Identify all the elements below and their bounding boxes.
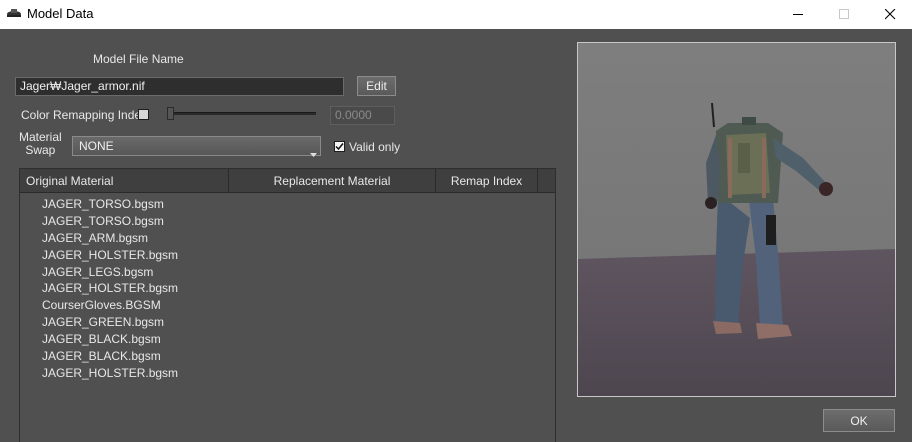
valid-only-checkbox[interactable]: [334, 141, 345, 152]
table-row[interactable]: JAGER_TORSO.bgsm: [42, 196, 178, 213]
material-swap-select[interactable]: NONE: [72, 136, 321, 157]
table-row[interactable]: JAGER_HOLSTER.bgsm: [42, 365, 178, 382]
model-preview-viewport[interactable]: [577, 42, 896, 397]
table-row[interactable]: JAGER_TORSO.bgsm: [42, 213, 178, 230]
slider-handle[interactable]: [167, 107, 174, 120]
model-preview-render: [578, 43, 895, 396]
table-rows: JAGER_TORSO.bgsm JAGER_TORSO.bgsm JAGER_…: [42, 196, 178, 382]
material-table: Original Material Replacement Material R…: [19, 168, 556, 442]
title-bar: Model Data: [0, 0, 912, 29]
table-row[interactable]: JAGER_GREEN.bgsm: [42, 314, 178, 331]
maximize-button[interactable]: [821, 0, 867, 29]
model-file-input[interactable]: Jager₩Jager_armor.nif: [15, 77, 344, 96]
chevron-down-icon: [310, 144, 317, 162]
material-swap-selected: NONE: [79, 139, 114, 153]
table-header: Original Material Replacement Material R…: [20, 169, 555, 193]
table-row[interactable]: JAGER_LEGS.bgsm: [42, 264, 178, 281]
column-header-remap-index[interactable]: Remap Index: [436, 169, 538, 193]
close-button[interactable]: [867, 0, 912, 29]
material-swap-label-line2: Swap: [25, 143, 56, 157]
minimize-icon: [792, 14, 803, 15]
edit-button[interactable]: Edit: [357, 76, 396, 96]
minimize-button[interactable]: [775, 0, 821, 29]
material-swap-label: Material Swap: [19, 131, 62, 157]
column-header-original-material[interactable]: Original Material: [20, 169, 229, 193]
table-row[interactable]: CourserGloves.BGSM: [42, 297, 178, 314]
close-icon: [884, 9, 895, 20]
color-remap-slider[interactable]: [172, 112, 316, 115]
model-file-name-label: Model File Name: [93, 52, 184, 66]
color-remapping-label: Color Remapping Index: [21, 108, 148, 122]
table-row[interactable]: JAGER_HOLSTER.bgsm: [42, 247, 178, 264]
maximize-icon: [838, 9, 849, 19]
table-row[interactable]: JAGER_HOLSTER.bgsm: [42, 280, 178, 297]
color-remapping-checkbox[interactable]: [138, 109, 149, 120]
checkmark-icon: [335, 143, 344, 151]
table-row[interactable]: JAGER_BLACK.bgsm: [42, 331, 178, 348]
ok-button[interactable]: OK: [823, 409, 895, 432]
color-remap-value-field[interactable]: 0.0000: [330, 106, 395, 125]
table-row[interactable]: JAGER_BLACK.bgsm: [42, 348, 178, 365]
table-row[interactable]: JAGER_ARM.bgsm: [42, 230, 178, 247]
column-header-replacement-material[interactable]: Replacement Material: [229, 169, 436, 193]
valid-only-label: Valid only: [349, 140, 401, 154]
app-icon: [6, 8, 22, 20]
window-title: Model Data: [27, 6, 94, 21]
